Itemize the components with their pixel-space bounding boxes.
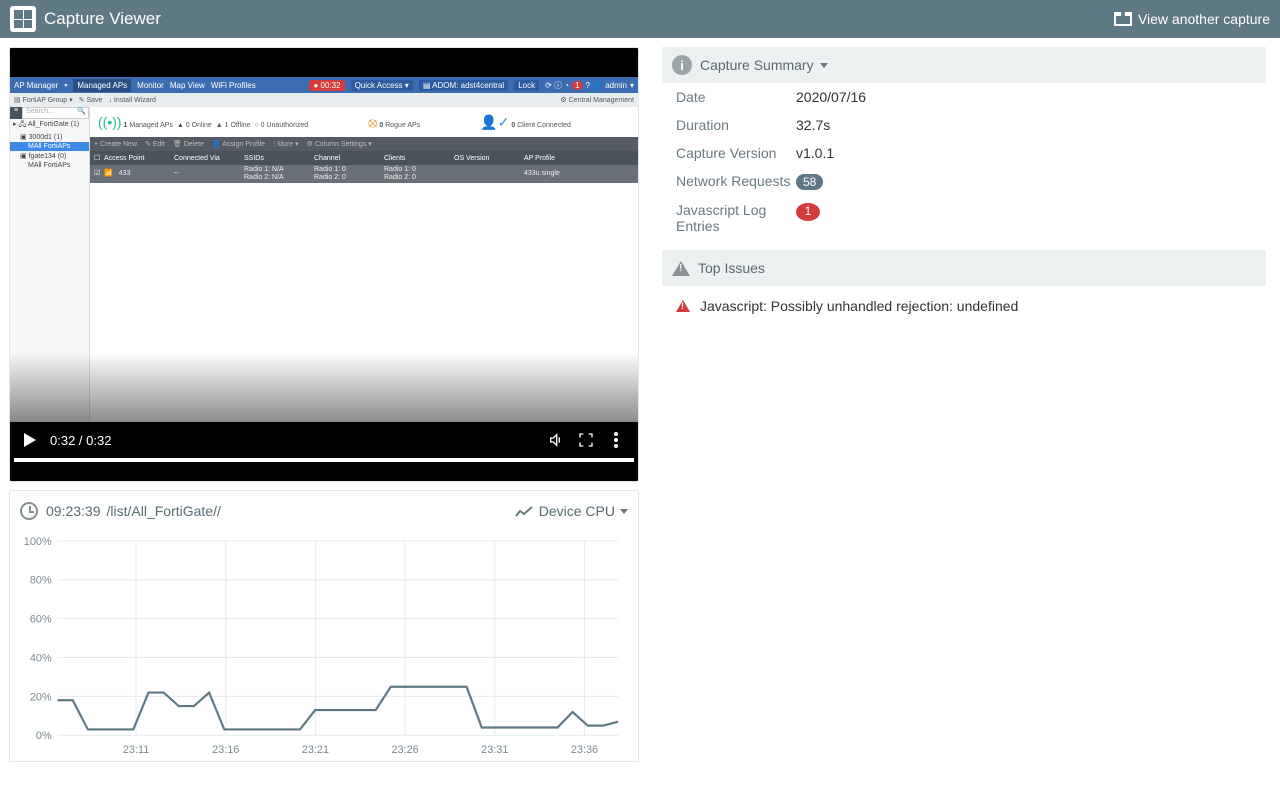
chart-path: /list/All_FortiGate// [107, 503, 221, 519]
volume-icon[interactable] [548, 432, 564, 448]
view-another-label: View another capture [1138, 11, 1270, 27]
shot-topright-icons: ⟳ ⓘ ◔ 1 ? 👤 admin ▾ [545, 80, 634, 91]
svg-text:23:11: 23:11 [123, 744, 149, 756]
jslog-badge[interactable]: 1 [796, 203, 820, 221]
clock-icon [20, 502, 38, 520]
shot-menubar: AP Manager▾ Managed APs Monitor Map View… [10, 77, 638, 93]
shot-search-input [22, 107, 89, 119]
topbar: Capture Viewer View another capture [0, 0, 1280, 38]
top-issues-title: Top Issues [698, 260, 765, 276]
svg-text:23:16: 23:16 [212, 744, 239, 756]
clapperboard-icon [1114, 12, 1132, 26]
shot-lock: Lock [514, 80, 539, 91]
play-button[interactable] [24, 433, 36, 447]
svg-text:0%: 0% [36, 730, 52, 742]
chart-timestamp: 09:23:39 [46, 503, 101, 519]
svg-text:23:21: 23:21 [302, 744, 329, 756]
shot-rec-badge: ● 00:32 [309, 80, 344, 91]
version-value: v1.0.1 [796, 145, 834, 161]
more-icon[interactable] [608, 432, 624, 448]
shot-menu-map: Map View [170, 81, 205, 90]
svg-text:23:36: 23:36 [571, 744, 598, 756]
summary-title: Capture Summary [700, 57, 814, 73]
view-another-capture-link[interactable]: View another capture [1114, 11, 1270, 27]
network-label: Network Requests [676, 173, 796, 190]
metric-selector[interactable]: Device CPU [539, 503, 628, 519]
shot-app-menu: AP Manager [14, 81, 58, 90]
shot-adom: ▤ ADOM: adst4central [419, 80, 508, 91]
top-issues-header: Top Issues [662, 250, 1266, 286]
app-logo [10, 6, 36, 32]
svg-text:40%: 40% [30, 653, 52, 665]
shot-actions: + Create New ✎ Edit 🗑 Delete 👤 Assign Pr… [90, 137, 638, 151]
shot-table-header: ☐ Access Point Connected Via SSIDs Chann… [90, 151, 638, 165]
shot-menu-wifi: WiFi Profiles [211, 81, 256, 90]
chevron-down-icon [820, 63, 828, 68]
shot-menu-monitor: Monitor [137, 81, 164, 90]
duration-label: Duration [676, 117, 796, 133]
error-icon [676, 300, 690, 312]
svg-text:23:26: 23:26 [391, 744, 418, 756]
shot-table-row: ☑ 📶 433 -- Radio 1: N/A Radio 2: N/A Rad… [90, 165, 638, 183]
metric-label: Device CPU [539, 503, 615, 519]
cpu-chart: 0% 20% 40% 60% 80% 100% 23:11 23:16 23:21 23:26 23… [14, 535, 628, 757]
chevron-down-icon [620, 509, 628, 514]
svg-text:100%: 100% [24, 536, 52, 548]
summary-header[interactable]: i Capture Summary [662, 47, 1266, 83]
shot-toolbar: ▤ FortiAP Group ▾ ✎ Save ↓ Install Wizar… [10, 93, 638, 107]
svg-text:23:31: 23:31 [481, 744, 508, 756]
video-seek-track[interactable] [14, 458, 634, 462]
trendline-icon [515, 505, 533, 517]
network-badge[interactable]: 58 [796, 174, 823, 190]
info-icon: i [672, 55, 692, 75]
issue-text: Javascript: Possibly unhandled rejection… [700, 298, 1018, 314]
video-time-display: 0:32 / 0:32 [50, 433, 111, 448]
chart-panel: 09:23:39 /list/All_FortiGate// Device CP… [9, 490, 639, 762]
shot-menu-managed: Managed APs [73, 79, 131, 92]
fullscreen-icon[interactable] [578, 432, 594, 448]
svg-text:80%: 80% [30, 575, 52, 587]
version-label: Capture Version [676, 145, 796, 161]
video-player: AP Manager▾ Managed APs Monitor Map View… [9, 47, 639, 482]
app-title: Capture Viewer [44, 9, 161, 29]
svg-text:20%: 20% [30, 691, 52, 703]
svg-text:60%: 60% [30, 614, 52, 626]
shot-stats: ((•)) 1 Managed APs ▲ 0 Online ▲ 1 Offli… [90, 107, 638, 137]
date-value: 2020/07/16 [796, 89, 866, 105]
warning-icon [672, 261, 690, 276]
duration-value: 32.7s [796, 117, 830, 133]
date-label: Date [676, 89, 796, 105]
issue-row[interactable]: Javascript: Possibly unhandled rejection… [662, 286, 1266, 326]
jslog-label: Javascript Log Entries [676, 202, 796, 234]
shot-quick-access: Quick Access ▾ [351, 80, 413, 91]
